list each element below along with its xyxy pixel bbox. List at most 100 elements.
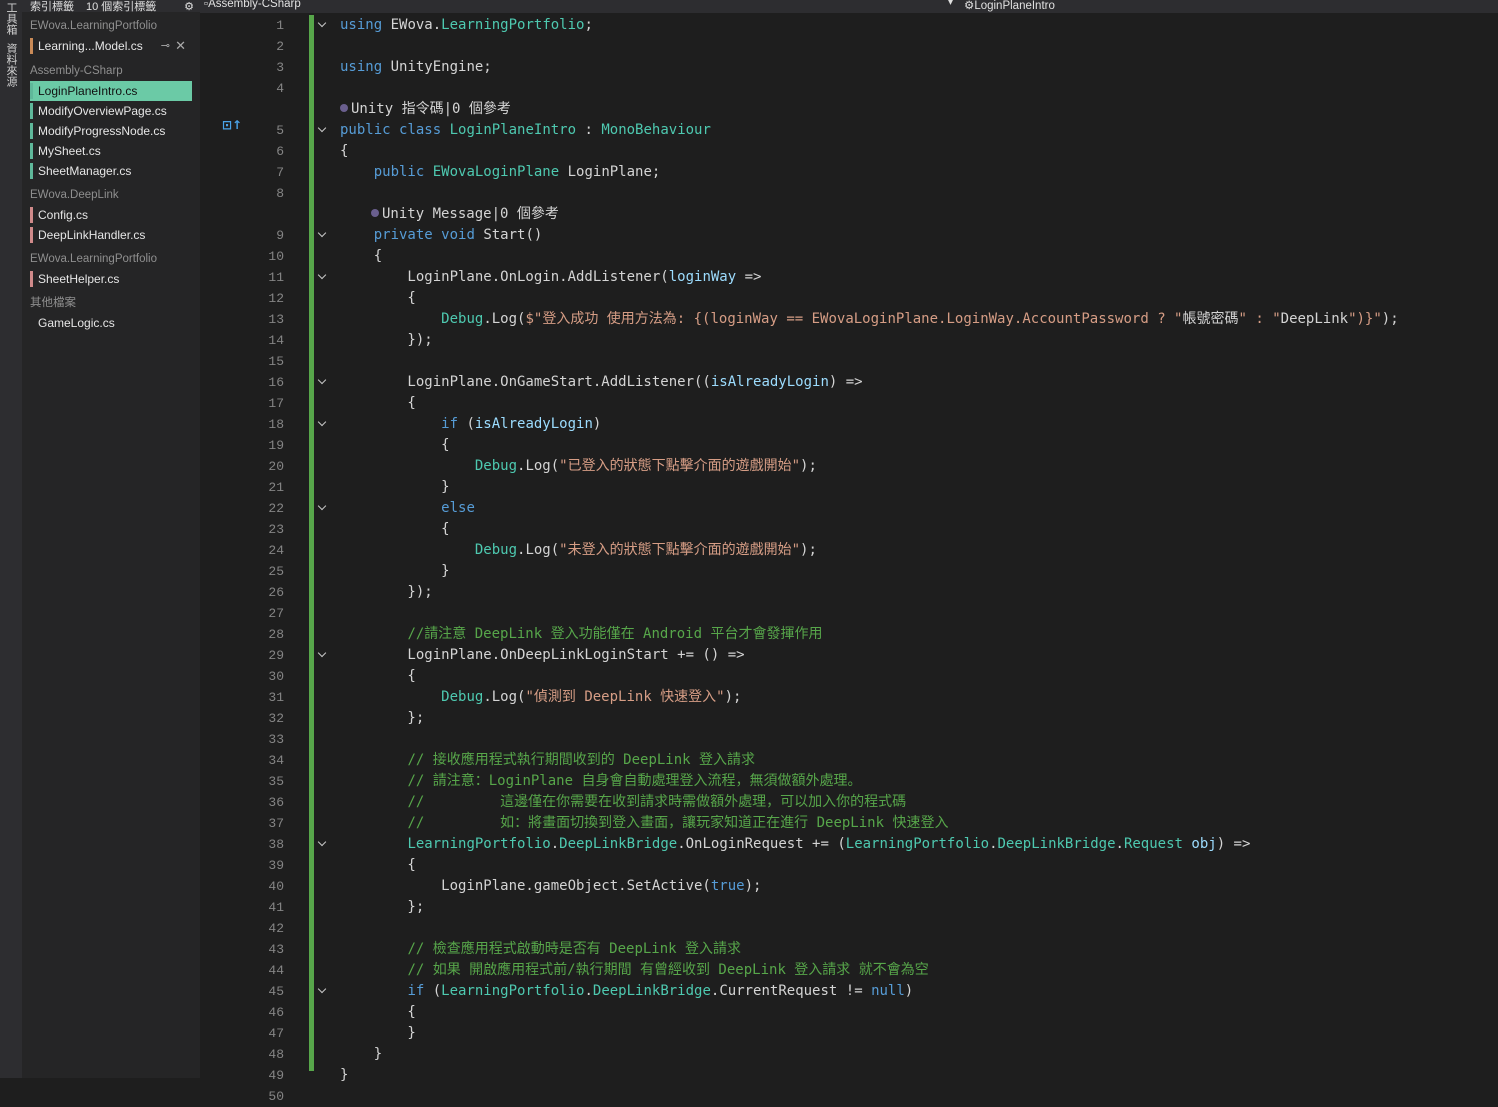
fold-chevron-icon[interactable] xyxy=(317,503,328,514)
code-line[interactable]: 40 LoginPlane.gameObject.SetActive(true)… xyxy=(200,876,1498,897)
fold-chevron-icon[interactable] xyxy=(317,839,328,850)
code-line[interactable]: 48 } xyxy=(200,1044,1498,1065)
code-line[interactable]: 11 LoginPlane.OnLogin.AddListener(loginW… xyxy=(200,267,1498,288)
code-line[interactable]: 20 Debug.Log("已登入的狀態下點擊介面的遊戲開始"); xyxy=(200,456,1498,477)
file-tab[interactable]: Config.cs xyxy=(30,205,192,225)
code-line[interactable]: 31 Debug.Log("偵測到 DeepLink 快速登入"); xyxy=(200,687,1498,708)
code-line[interactable]: 19 { xyxy=(200,435,1498,456)
code-line[interactable]: 28 //請注意 DeepLink 登入功能僅在 Android 平台才會發揮作… xyxy=(200,624,1498,645)
line-number: 27 xyxy=(268,606,284,621)
code-text: // 檢查應用程式啟動時是否有 DeepLink 登入請求 xyxy=(407,941,742,957)
code-line[interactable]: 47 } xyxy=(200,1023,1498,1044)
code-line[interactable]: 1 using EWova.LearningPortfolio; xyxy=(200,15,1498,36)
line-number: 32 xyxy=(268,711,284,726)
fold-chevron-icon[interactable] xyxy=(317,230,328,241)
close-icon[interactable]: ✕ xyxy=(175,36,186,56)
code-line[interactable]: 21 } xyxy=(200,477,1498,498)
code-line[interactable]: 44 // 如果 開啟應用程式前/執行期間 有曾經收到 DeepLink 登入請… xyxy=(200,960,1498,981)
code-line[interactable]: 43 // 檢查應用程式啟動時是否有 DeepLink 登入請求 xyxy=(200,939,1498,960)
code-line[interactable]: 17 { xyxy=(200,393,1498,414)
code-line[interactable]: 34 // 接收應用程式執行期間收到的 DeepLink 登入請求 xyxy=(200,750,1498,771)
code-text: if (LearningPortfolio.DeepLinkBridge.Cur… xyxy=(407,983,914,999)
project-name: Assembly-CSharp xyxy=(208,0,301,10)
fold-chevron-icon[interactable] xyxy=(317,650,328,661)
code-line[interactable]: 25 } xyxy=(200,561,1498,582)
code-editor[interactable]: ▫Assembly-CSharp ▾ ⚙LoginPlaneIntro ⊡↑ 1… xyxy=(200,0,1498,1104)
code-line[interactable]: 32 }; xyxy=(200,708,1498,729)
file-tab[interactable]: ModifyProgressNode.cs xyxy=(30,121,192,141)
file-tab[interactable]: GameLogic.cs xyxy=(30,313,192,333)
file-tab[interactable]: LoginPlaneIntro.cs xyxy=(30,81,192,101)
code-line[interactable]: 37 // 如：將畫面切換到登入畫面，讓玩家知道正在進行 DeepLink 快速… xyxy=(200,813,1498,834)
code-line[interactable]: 35 // 請注意：LoginPlane 自身會自動處理登入流程，無須做額外處理… xyxy=(200,771,1498,792)
file-tab[interactable]: MySheet.cs xyxy=(30,141,192,161)
file-tab[interactable]: Learning...Model.cs ⊸ ✕ xyxy=(30,36,192,56)
code-line[interactable]: 12 { xyxy=(200,288,1498,309)
file-tab[interactable]: SheetManager.cs xyxy=(30,161,192,181)
code-line[interactable]: 8 xyxy=(200,183,1498,204)
code-line[interactable]: 41 }; xyxy=(200,897,1498,918)
code-line[interactable]: 29 LoginPlane.OnDeepLinkLoginStart += ()… xyxy=(200,645,1498,666)
code-line[interactable]: 38 LearningPortfolio.DeepLinkBridge.OnLo… xyxy=(200,834,1498,855)
code-line[interactable]: 27 xyxy=(200,603,1498,624)
code-text: { xyxy=(340,290,416,306)
code-line[interactable]: 4 xyxy=(200,78,1498,99)
code-line[interactable]: 39 { xyxy=(200,855,1498,876)
code-line[interactable]: 6{ xyxy=(200,141,1498,162)
code-line[interactable]: 16 LoginPlane.OnGameStart.AddListener((i… xyxy=(200,372,1498,393)
code-line[interactable]: 23 { xyxy=(200,519,1498,540)
code-line[interactable]: 36 // 這邊僅在你需要在收到請求時需做額外處理，可以加入你的程式碼 xyxy=(200,792,1498,813)
codelens-text: Unity Message|0 個參考 xyxy=(382,206,559,222)
fold-chevron-icon[interactable] xyxy=(317,272,328,283)
pin-icon[interactable]: ⊸ xyxy=(161,36,170,56)
fold-chevron-icon[interactable] xyxy=(317,125,328,136)
code-line[interactable]: 3 using UnityEngine; xyxy=(200,57,1498,78)
code-text: else xyxy=(441,500,475,516)
code-line[interactable]: 30 { xyxy=(200,666,1498,687)
chevron-down-icon[interactable]: ▾ xyxy=(948,0,953,8)
fold-chevron-icon[interactable] xyxy=(317,986,328,997)
fold-chevron-icon[interactable] xyxy=(317,377,328,388)
fold-chevron-icon[interactable] xyxy=(317,419,328,430)
code-line[interactable]: 7 public EWovaLoginPlane LoginPlane; xyxy=(200,162,1498,183)
class-icon: ⚙ xyxy=(964,0,975,12)
toolbox-tab[interactable]: 工具箱 xyxy=(4,2,18,35)
code-line[interactable]: 15 xyxy=(200,351,1498,372)
data-sources-tab[interactable]: 資料來源 xyxy=(4,43,18,87)
code-line[interactable]: 33 xyxy=(200,729,1498,750)
code-text: LoginPlane.OnDeepLinkLoginStart += () => xyxy=(340,647,745,663)
code-text: // 如：將畫面切換到登入畫面，讓玩家知道正在進行 DeepLink 快速登入 xyxy=(407,815,949,831)
code-text: LoginPlane.gameObject.SetActive(true); xyxy=(340,878,762,894)
file-tab[interactable]: ModifyOverviewPage.cs xyxy=(30,101,192,121)
code-text: using EWova.LearningPortfolio; xyxy=(340,17,593,33)
code-line[interactable]: 14 }); xyxy=(200,330,1498,351)
code-line[interactable]: 10 { xyxy=(200,246,1498,267)
code-line[interactable]: 49} xyxy=(200,1065,1498,1086)
code-line[interactable]: 45 if (LearningPortfolio.DeepLinkBridge.… xyxy=(200,981,1498,1002)
project-dropdown[interactable]: ▫Assembly-CSharp xyxy=(204,0,301,10)
gear-icon[interactable]: ⚙ xyxy=(184,0,194,13)
code-line[interactable]: 42 xyxy=(200,918,1498,939)
code-line[interactable]: 9 private void Start() xyxy=(200,225,1498,246)
code-line[interactable]: 46 { xyxy=(200,1002,1498,1023)
code-line[interactable]: 18 if (isAlreadyLogin) xyxy=(200,414,1498,435)
file-tab[interactable]: SheetHelper.cs xyxy=(30,269,192,289)
code-text: { xyxy=(340,143,349,159)
codelens-references[interactable]: Unity 指令碼|0 個參考 xyxy=(340,99,511,120)
file-name: ModifyProgressNode.cs xyxy=(38,124,166,138)
line-number: 46 xyxy=(268,1005,284,1020)
code-line[interactable]: 26 }); xyxy=(200,582,1498,603)
code-text: // 這邊僅在你需要在收到請求時需做額外處理，可以加入你的程式碼 xyxy=(407,794,907,810)
code-text: { xyxy=(340,857,416,873)
code-line[interactable]: 22 else xyxy=(200,498,1498,519)
code-line[interactable]: 24 Debug.Log("未登入的狀態下點擊介面的遊戲開始"); xyxy=(200,540,1498,561)
code-line[interactable]: 13 Debug.Log($"登入成功 使用方法為: {(loginWay ==… xyxy=(200,309,1498,330)
code-line[interactable]: 2 xyxy=(200,36,1498,57)
code-line[interactable]: 50 xyxy=(200,1086,1498,1107)
member-dropdown[interactable]: ⚙LoginPlaneIntro xyxy=(964,0,1055,12)
code-line[interactable]: 5 public class LoginPlaneIntro : MonoBeha… xyxy=(200,120,1498,141)
code-text: { xyxy=(340,248,383,264)
codelens-references[interactable]: Unity Message|0 個參考 xyxy=(371,204,559,225)
file-tab[interactable]: DeepLinkHandler.cs xyxy=(30,225,192,245)
fold-chevron-icon[interactable] xyxy=(317,20,328,31)
